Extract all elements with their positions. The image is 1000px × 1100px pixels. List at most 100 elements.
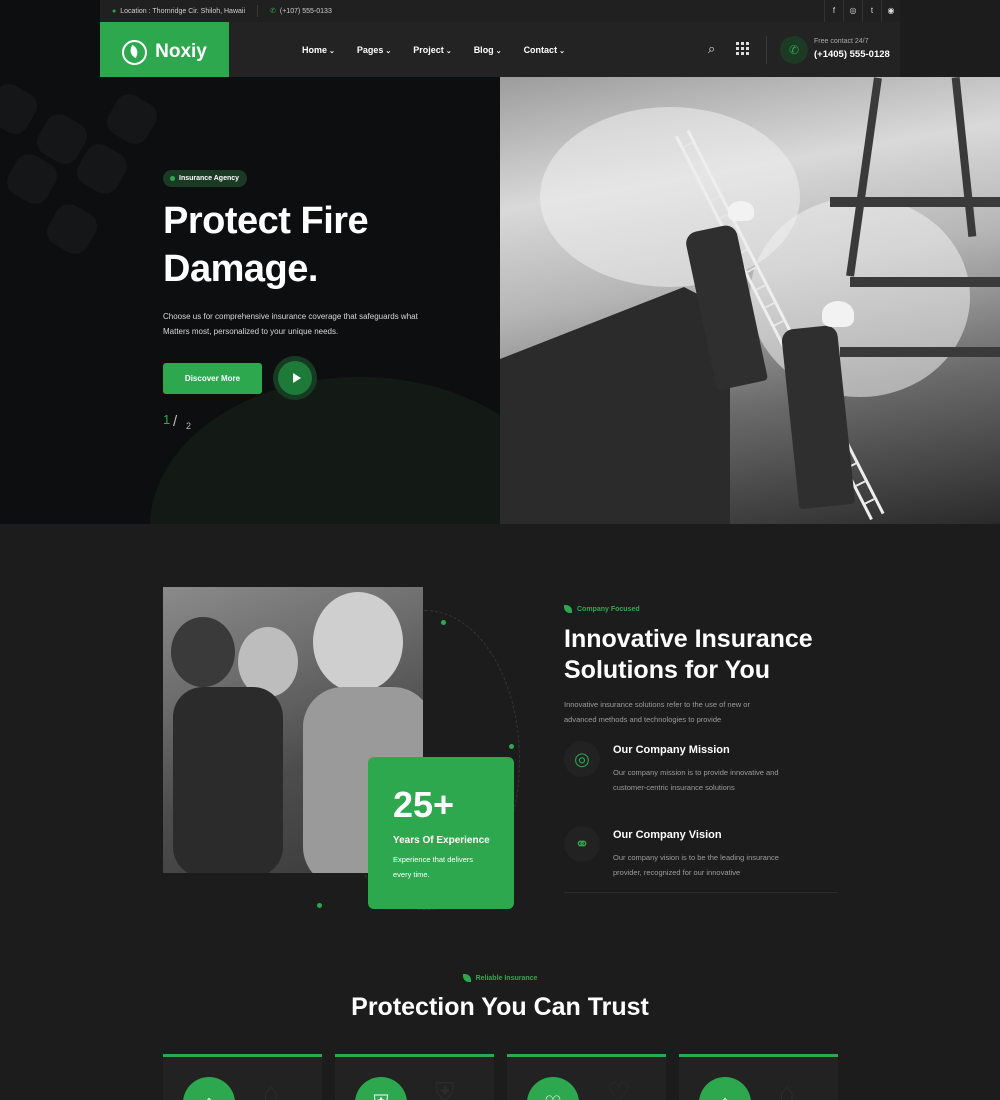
decor-dot — [509, 744, 514, 749]
site-logo[interactable]: Noxiy — [100, 22, 229, 82]
nav-label: Project — [413, 44, 444, 55]
protection-tag: Reliable Insurance — [0, 974, 1000, 982]
logo-text: Noxiy — [155, 41, 207, 62]
hand-shield-icon: ⛨ — [435, 1077, 455, 1100]
chevron-down-icon: ⌄ — [495, 47, 502, 55]
vision-desc-line: Our company vision is to be the leading … — [613, 853, 779, 862]
mission-title: Our Company Mission — [613, 744, 730, 756]
location-text: Location : Thornridge Cir. Shiloh, Hawai… — [120, 7, 246, 15]
experience-label: Years Of Experience — [393, 835, 490, 846]
leaf-icon — [564, 605, 572, 613]
experience-desc: Experience that delivers every time. — [393, 855, 474, 879]
chevron-down-icon: ⌄ — [559, 47, 565, 55]
handshake-icon: ♡ — [527, 1077, 579, 1100]
decor-dot — [441, 620, 446, 625]
mission-desc-line: Our company mission is to provide innova… — [613, 768, 779, 777]
photo-shape — [313, 592, 403, 692]
about-title: Innovative Insurance Solutions for You — [564, 624, 864, 686]
play-icon — [292, 373, 301, 383]
phone-call-icon[interactable]: ✆ — [780, 36, 808, 64]
home-icon: ⌂ — [699, 1077, 751, 1100]
helmet-shape — [822, 301, 854, 327]
hero-badge: Insurance Agency — [163, 170, 248, 187]
nav-label: Home — [302, 44, 328, 55]
target-icon: ◎ — [564, 741, 600, 777]
house-shield-icon: ⌂ — [183, 1077, 235, 1100]
about-description: Innovative insurance solutions refer to … — [564, 697, 824, 727]
hero-title-line: Damage. — [163, 248, 318, 290]
discover-more-button[interactable]: Discover More — [163, 363, 262, 394]
house-shield-icon: ⌂ — [263, 1077, 279, 1100]
about-title-line: Innovative Insurance — [564, 625, 813, 653]
service-card[interactable]: ⛨ ⛨ — [335, 1054, 494, 1100]
leaf-icon — [462, 974, 471, 982]
divider — [564, 892, 838, 893]
hero-description: Choose us for comprehensive insurance co… — [163, 309, 453, 339]
chevron-down-icon: ⌄ — [329, 47, 335, 55]
beam-shape — [840, 347, 1000, 357]
about-tag-text: Company Focused — [577, 605, 640, 613]
phone-text: (+107) 555-0133 — [279, 7, 332, 15]
hero-description-line: Choose us for comprehensive insurance co… — [163, 312, 418, 321]
social-links: f ◎ t ◉ — [824, 0, 900, 22]
nav-item-pages[interactable]: Pages ⌄ — [357, 45, 391, 55]
beam-shape — [830, 197, 1000, 207]
experience-number: 25+ — [393, 784, 455, 825]
contact-phone[interactable]: (+1405) 555-0128 — [814, 49, 890, 60]
hex-pattern — [0, 78, 43, 140]
nav-item-contact[interactable]: Contact ⌄ — [524, 45, 565, 55]
top-bar: ● Location : Thornridge Cir. Shiloh, Haw… — [100, 0, 900, 22]
beam-shape — [850, 277, 1000, 287]
service-card[interactable]: ⌂ ⌂ — [679, 1054, 838, 1100]
about-description-line: Innovative insurance solutions refer to … — [564, 700, 750, 709]
play-video-button[interactable] — [278, 361, 312, 395]
dribbble-icon[interactable]: ◉ — [881, 0, 900, 22]
nav-item-blog[interactable]: Blog ⌄ — [474, 45, 502, 55]
hero-decor-wave — [150, 377, 500, 524]
nav-label: Pages — [356, 44, 384, 55]
chevron-down-icon: ⌄ — [445, 47, 452, 55]
slide-current[interactable]: 1 — [163, 412, 170, 427]
instagram-icon[interactable]: ◎ — [843, 0, 862, 22]
beam-shape — [951, 77, 977, 237]
service-card[interactable]: ♡ ♡ — [507, 1054, 666, 1100]
location-info: ● Location : Thornridge Cir. Shiloh, Haw… — [100, 8, 257, 15]
slide-total[interactable]: 2 — [186, 421, 191, 431]
facebook-icon[interactable]: f — [824, 0, 843, 22]
service-card[interactable]: ⌂ ⌂ — [163, 1054, 322, 1100]
vision-title: Our Company Vision — [613, 829, 722, 841]
hand-shield-icon: ⛨ — [355, 1077, 407, 1100]
hero-firefighters-image — [500, 77, 1000, 524]
hero-title-line: Protect Fire — [163, 200, 369, 242]
divider — [766, 36, 767, 64]
hex-pattern — [101, 88, 163, 150]
vision-desc-line: provider, recognized for our innovative — [613, 868, 741, 877]
twitter-icon[interactable]: t — [862, 0, 881, 22]
hero-description-line: Matters most, personalized to your uniqu… — [163, 327, 339, 336]
search-icon[interactable]: ⌕ — [708, 41, 715, 57]
about-description-line: advanced methods and technologies to pro… — [564, 715, 722, 724]
slide-separator: / — [173, 413, 178, 430]
vision-desc: Our company vision is to be the leading … — [613, 850, 823, 880]
main-nav: Home ⌄ Pages ⌄ Project ⌄ Blog ⌄ Contact ⌄ — [302, 22, 565, 77]
phone-info[interactable]: ✆ (+107) 555-0133 — [258, 7, 344, 16]
hero-background-top — [0, 0, 100, 77]
hex-pattern — [41, 198, 103, 260]
about-tag: Company Focused — [564, 605, 640, 613]
phone-icon: ✆ — [270, 8, 276, 15]
photo-shape — [173, 687, 283, 873]
nav-item-home[interactable]: Home ⌄ — [302, 45, 335, 55]
logo-leaf-icon — [122, 39, 148, 65]
helmet-shape — [728, 201, 754, 221]
protection-title: Protection You Can Trust — [351, 993, 649, 1021]
mission-desc-line: customer-centric insurance solutions — [613, 783, 735, 792]
chevron-down-icon: ⌄ — [385, 47, 392, 55]
decor-dot — [317, 903, 322, 908]
burning-house-shape — [500, 287, 730, 524]
hero-title: Protect Fire Damage. — [163, 197, 483, 293]
nav-label: Blog — [473, 44, 494, 55]
menu-grid-icon[interactable] — [736, 42, 749, 55]
nav-item-project[interactable]: Project ⌄ — [413, 45, 451, 55]
contact-label: Free contact 24/7 — [814, 38, 869, 45]
mission-desc: Our company mission is to provide innova… — [613, 765, 823, 795]
